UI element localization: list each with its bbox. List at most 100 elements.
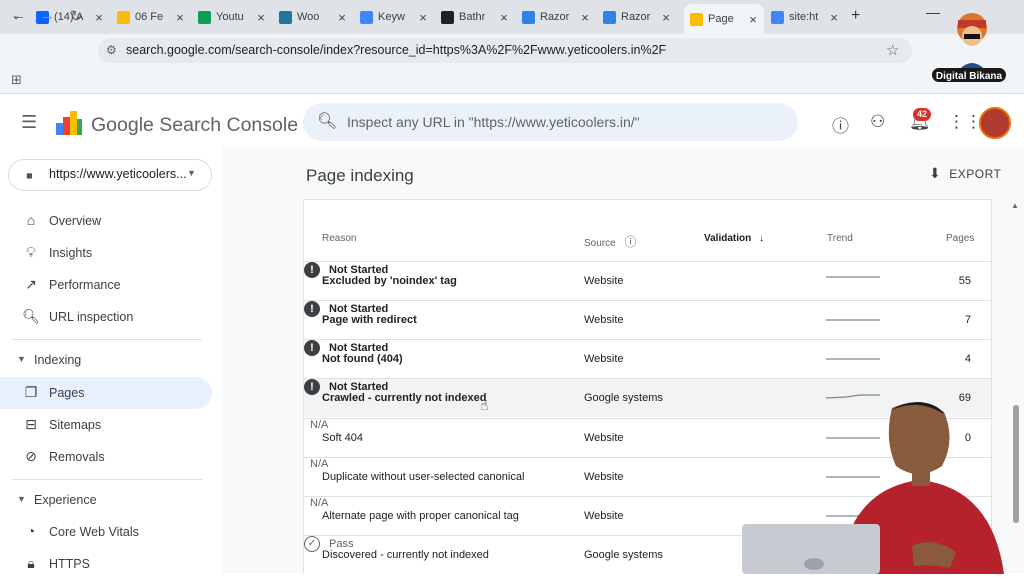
address-url[interactable]: search.google.com/search-console/index?r… xyxy=(126,43,666,57)
bookmark-star-icon[interactable]: ☆ xyxy=(886,41,899,59)
source-cell: Website xyxy=(584,275,624,287)
source-cell: Website xyxy=(584,510,624,522)
pages-count: 4 xyxy=(964,353,971,365)
bookmarks-bar xyxy=(0,66,1024,94)
scroll-up-arrow-icon[interactable]: ▲ xyxy=(1011,201,1019,210)
collapse-caret-icon: ▼ xyxy=(17,354,26,364)
export-label: EXPORT xyxy=(949,167,1002,181)
razorpay-icon xyxy=(603,10,616,24)
forward-icon[interactable]: → xyxy=(40,7,55,24)
sidebar-item-pages[interactable]: ❐ Pages xyxy=(0,377,212,409)
browser-tab[interactable]: Bathr × xyxy=(435,4,515,30)
sidebar-item-label: Performance xyxy=(49,278,121,292)
notification-count-badge: 42 xyxy=(913,108,931,121)
reload-icon[interactable]: ↻ xyxy=(70,7,83,25)
google-icon xyxy=(771,10,784,24)
gauge-icon: ◔ xyxy=(26,523,36,539)
source-cell: Website xyxy=(584,471,624,483)
browser-tab[interactable]: Page × xyxy=(684,4,764,34)
nav-section-experience[interactable]: ▼ Experience xyxy=(0,488,212,514)
close-tab-icon[interactable]: × xyxy=(416,10,430,25)
apps-grid-icon[interactable]: ⊞ xyxy=(11,72,22,88)
browser-tab[interactable]: site:ht × xyxy=(765,4,845,30)
browser-tab[interactable]: 06 Fe × xyxy=(111,4,191,30)
close-tab-icon[interactable]: × xyxy=(335,10,349,25)
google-drive-icon xyxy=(117,10,130,24)
col-header-validation[interactable]: Validation ↓ xyxy=(704,233,764,244)
browser-tab-label: Woo xyxy=(297,11,320,23)
sidebar-item-overview[interactable]: ⌂ Overview xyxy=(0,205,212,237)
export-button[interactable]: ⬇ EXPORT xyxy=(929,165,1001,182)
search-console-logo-icon[interactable] xyxy=(54,109,84,137)
browser-tab[interactable]: Youtu × xyxy=(192,4,272,30)
sidebar-item-performance[interactable]: ↗ Performance xyxy=(0,269,212,301)
back-icon[interactable]: ← xyxy=(11,7,26,24)
site-info-icon[interactable]: ⚙ xyxy=(106,43,117,57)
validation-status: N/A xyxy=(310,458,329,470)
help-icon[interactable]: ⓘ xyxy=(832,112,849,137)
sidebar-item-label: URL inspection xyxy=(49,310,134,324)
account-avatar[interactable] xyxy=(979,107,1011,139)
source-cell: Google systems xyxy=(584,549,663,561)
sidebar-item-label: Insights xyxy=(49,246,93,260)
close-tab-icon[interactable]: × xyxy=(827,10,841,25)
reason-cell: Alternate page with proper canonical tag xyxy=(322,510,519,522)
close-tab-icon[interactable]: × xyxy=(746,12,760,27)
col-header-source[interactable]: Source ⓘ xyxy=(584,233,636,250)
nav-divider xyxy=(12,339,202,340)
reason-cell: Page with redirect xyxy=(322,314,417,326)
pages-icon: ❐ xyxy=(24,384,38,400)
sidebar-item-sitemaps[interactable]: ⊟ Sitemaps xyxy=(0,409,212,441)
close-tab-icon[interactable]: × xyxy=(92,10,106,25)
product-title[interactable]: Google Search Console xyxy=(91,114,298,137)
col-header-pages[interactable]: Pages xyxy=(946,233,974,244)
reason-cell: Not found (404) xyxy=(322,353,403,365)
trend-sparkline xyxy=(826,319,880,321)
info-icon[interactable]: ⓘ xyxy=(624,235,636,249)
manage-users-icon[interactable]: ⚇ xyxy=(870,112,885,132)
sidebar-item-label: Overview xyxy=(49,214,102,228)
sidebar-item-insights[interactable]: 💡︎ Insights xyxy=(0,237,212,269)
dropdown-arrow-icon[interactable]: ▼ xyxy=(187,168,196,178)
watermark-text: Digital Bikana xyxy=(936,71,1003,82)
sidebar-item-label: Sitemaps xyxy=(49,418,102,432)
trend-sparkline xyxy=(826,358,880,360)
url-inspect-input[interactable]: Inspect any URL in "https://www.yeticool… xyxy=(347,114,640,130)
close-tab-icon[interactable]: × xyxy=(254,10,268,25)
browser-tab[interactable]: Keyw × xyxy=(354,4,434,30)
source-cell: Website xyxy=(584,432,624,444)
property-selector-label[interactable]: https://www.yeticoolers... xyxy=(49,167,187,181)
alert-circle-icon: ! xyxy=(304,301,320,317)
close-tab-icon[interactable]: × xyxy=(497,10,511,25)
sidebar-item-label: Core Web Vitals xyxy=(49,525,139,539)
source-cell: Website xyxy=(584,314,624,326)
sidebar-item-https[interactable]: 🔒︎ HTTPS xyxy=(0,548,212,580)
alert-circle-icon: ! xyxy=(304,379,320,395)
close-tab-icon[interactable]: × xyxy=(659,10,673,25)
validation-status: N/A xyxy=(310,419,329,431)
main-menu-icon[interactable]: ☰ xyxy=(21,112,37,133)
google-sheets-icon xyxy=(198,10,211,24)
table-row[interactable]: Not found (404) Website! Not Started 4 xyxy=(304,339,991,378)
sidebar-item-url-inspection[interactable]: 🔍︎ URL inspection xyxy=(0,301,212,333)
close-tab-icon[interactable]: × xyxy=(578,10,592,25)
section-label: Indexing xyxy=(34,353,82,367)
validation-status: N/A xyxy=(310,497,329,509)
sidebar-item-removals[interactable]: ⊘ Removals xyxy=(0,441,212,473)
sidebar-item-label: Pages xyxy=(49,386,85,400)
nav-section-indexing[interactable]: ▼ Indexing xyxy=(0,348,212,374)
mouse-pointer-hand-icon: ☝ xyxy=(480,397,489,413)
pages-count: 7 xyxy=(964,314,971,326)
browser-tab[interactable]: Razor × xyxy=(516,4,596,30)
browser-tab[interactable]: Woo × xyxy=(273,4,353,30)
col-header-trend[interactable]: Trend xyxy=(827,233,853,244)
new-tab-button[interactable]: + xyxy=(851,7,860,25)
col-header-reason[interactable]: Reason xyxy=(322,233,356,244)
close-tab-icon[interactable]: × xyxy=(173,10,187,25)
browser-tab[interactable]: Razor × xyxy=(597,4,677,30)
google-apps-icon[interactable]: ⋮⋮ xyxy=(948,112,982,132)
home-icon: ⌂ xyxy=(26,212,36,228)
table-row[interactable]: Excluded by 'noindex' tag Website! Not Sta… xyxy=(304,261,991,300)
table-row[interactable]: Page with redirect Website! Not Started 7 xyxy=(304,300,991,339)
sidebar-item-core-web-vitals[interactable]: ◔ Core Web Vitals xyxy=(0,516,212,548)
